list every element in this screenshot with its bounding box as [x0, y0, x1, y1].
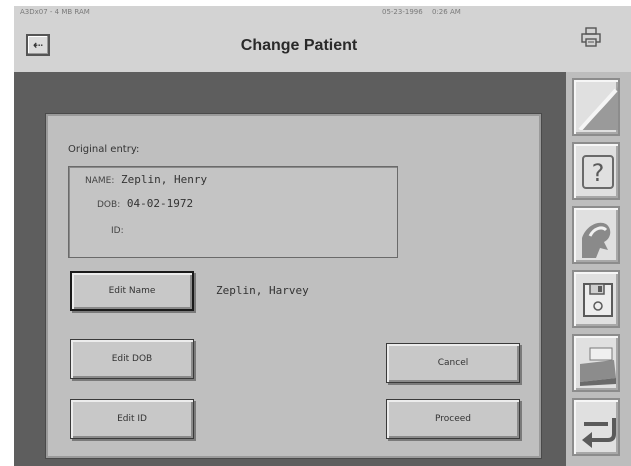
toolbar-person-button[interactable] — [572, 206, 620, 264]
original-name-value: Zeplin, Henry — [121, 173, 208, 186]
edit-dob-button[interactable]: Edit DOB — [70, 339, 194, 379]
cancel-button[interactable]: Cancel — [386, 343, 520, 383]
device-id-text: A3Dx07 - 4 MB RAM — [20, 8, 90, 16]
original-id-row: ID: — [111, 223, 130, 236]
main-area: Original entry: NAME: Zeplin, Henry DOB:… — [14, 72, 566, 466]
name-label: NAME: — [85, 176, 115, 186]
printer-icon — [580, 347, 616, 386]
toolbar-save-button[interactable] — [572, 270, 620, 328]
header-bar: A3Dx07 - 4 MB RAM 05-23-1996 0:26 AM ⇠ C… — [14, 6, 631, 72]
back-arrow-icon: ⇠ — [32, 38, 44, 52]
original-name-row: NAME: Zeplin, Henry — [85, 173, 207, 186]
help-question-icon: ? — [582, 155, 614, 189]
header-time: 0:26 AM — [432, 8, 461, 16]
app-frame: A3Dx07 - 4 MB RAM 05-23-1996 0:26 AM ⇠ C… — [14, 6, 631, 466]
original-dob-row: DOB: 04-02-1972 — [97, 197, 193, 210]
dob-label: DOB: — [97, 200, 121, 210]
new-name-value: Zeplin, Harvey — [216, 284, 309, 297]
original-entry-box: NAME: Zeplin, Henry DOB: 04-02-1972 ID: — [68, 166, 398, 258]
right-toolbar: ? — [566, 72, 631, 466]
edit-id-button[interactable]: Edit ID — [70, 399, 194, 439]
person-profile-icon — [582, 222, 611, 258]
change-patient-dialog: Original entry: NAME: Zeplin, Henry DOB:… — [46, 114, 541, 458]
printer-status-icon[interactable] — [580, 26, 602, 48]
svg-text:?: ? — [592, 159, 605, 187]
back-button[interactable]: ⇠ — [26, 34, 50, 56]
return-arrow-icon — [582, 418, 616, 448]
floppy-disk-icon — [583, 283, 613, 317]
toolbar-print-button[interactable] — [572, 334, 620, 392]
original-dob-value: 04-02-1972 — [126, 197, 194, 210]
edit-name-button[interactable]: Edit Name — [70, 271, 194, 311]
proceed-button[interactable]: Proceed — [386, 399, 520, 439]
id-label: ID: — [111, 226, 124, 236]
header-date: 05-23-1996 — [382, 8, 423, 16]
page-title: Change Patient — [240, 37, 358, 54]
original-entry-label: Original entry: — [68, 144, 140, 155]
toolbar-pen-button[interactable] — [572, 78, 620, 136]
toolbar-help-button[interactable]: ? — [572, 142, 620, 200]
toolbar-return-button[interactable] — [572, 398, 620, 456]
pen-stroke-icon — [578, 86, 618, 130]
